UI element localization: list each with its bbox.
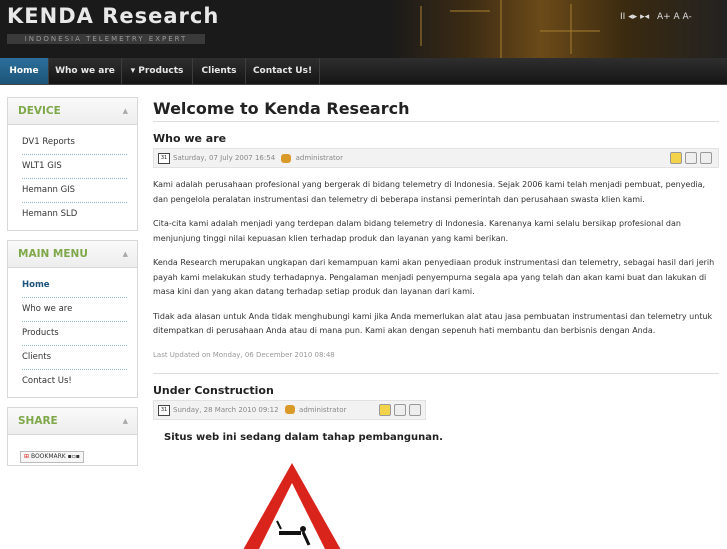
calendar-icon: 31 — [158, 404, 170, 416]
share-title: SHARE — [18, 415, 58, 427]
nav-who-we-are[interactable]: Who we are — [49, 58, 122, 84]
plus-icon: ⊞ — [24, 453, 30, 460]
print-icon[interactable] — [394, 403, 406, 416]
main-nav: Home Who we are ▾ Products Clients Conta… — [0, 58, 727, 85]
share-module: SHARE ▲ ⊞ BOOKMARK ▪▫▪ — [7, 407, 138, 466]
site-header: KENDA Research INDONESIA TELEMETRY EXPER… — [0, 0, 727, 58]
page-title: Welcome to Kenda Research — [153, 97, 719, 122]
site-tagline: INDONESIA TELEMETRY EXPERT — [7, 34, 205, 44]
main-menu-module: MAIN MENU ▲ Home Who we are Products Clie… — [7, 240, 138, 398]
print-icon[interactable] — [685, 152, 697, 164]
bookmark-label: BOOKMARK — [30, 453, 66, 460]
main-menu-title: MAIN MENU — [18, 248, 88, 260]
menu-item-home[interactable]: Home — [22, 274, 127, 298]
article-title: Who we are — [153, 132, 227, 145]
warning-sign-icon — [243, 463, 341, 549]
site-logo[interactable]: KENDA Research — [7, 4, 219, 28]
article-title: Under Construction — [153, 383, 274, 397]
article-author: administrator — [299, 405, 347, 414]
device-item-wlt1-gis[interactable]: WLT1 GIS — [22, 155, 127, 179]
edit-icon[interactable] — [379, 403, 391, 416]
device-item-dv1-reports[interactable]: DV1 Reports — [22, 131, 127, 155]
menu-item-who-we-are[interactable]: Who we are — [22, 298, 127, 322]
sidebar: DEVICE ▲ DV1 Reports WLT1 GIS Hemann GIS … — [7, 97, 138, 475]
collapse-icon[interactable]: ▲ — [123, 408, 128, 434]
article-date: Sunday, 28 March 2010 09:12 — [173, 405, 279, 414]
article-paragraph: Kami adalah perusahaan profesional yang … — [153, 180, 706, 204]
header-tools: II ◂▸ ▸◂ A+ A A- — [620, 12, 697, 22]
collapse-icon[interactable]: ▲ — [123, 98, 128, 124]
article-paragraph: Cita-cita kami adalah menjadi yang terde… — [153, 219, 681, 243]
article-author: administrator — [295, 154, 343, 162]
layout-controls[interactable]: II ◂▸ ▸◂ — [620, 12, 649, 22]
device-item-hemann-gis[interactable]: Hemann GIS — [22, 179, 127, 203]
construction-message: Situs web ini sedang dalam tahap pembang… — [164, 431, 443, 443]
article-meta: 31 Saturday, 07 July 2007 16:54 administ… — [153, 148, 719, 168]
header-banner-image — [390, 0, 727, 58]
nav-clients[interactable]: Clients — [193, 58, 246, 84]
menu-item-products[interactable]: Products — [22, 322, 127, 346]
calendar-icon: 31 — [158, 153, 170, 164]
device-module: DEVICE ▲ DV1 Reports WLT1 GIS Hemann GIS … — [7, 97, 138, 231]
device-item-hemann-sld[interactable]: Hemann SLD — [22, 203, 127, 226]
article-paragraph: Tidak ada alasan untuk Anda tidak menghu… — [153, 311, 713, 336]
last-updated: Last Updated on Monday, 06 December 2010… — [153, 351, 719, 374]
article-meta: 31 Sunday, 28 March 2010 09:12 administr… — [153, 399, 426, 420]
social-icons: ▪▫▪ — [67, 453, 80, 460]
article-paragraph: Kenda Research merupakan ungkapan dari k… — [153, 258, 715, 296]
main-content: Welcome to Kenda Research Who we are 31 … — [153, 97, 719, 549]
collapse-icon[interactable]: ▲ — [123, 241, 128, 267]
menu-item-clients[interactable]: Clients — [22, 346, 127, 370]
nav-home[interactable]: Home — [0, 58, 49, 84]
font-size-controls[interactable]: A+ A A- — [657, 12, 692, 22]
bookmark-button[interactable]: ⊞ BOOKMARK ▪▫▪ — [20, 451, 84, 463]
nav-products[interactable]: ▾ Products — [122, 58, 193, 84]
nav-contact-us[interactable]: Contact Us! — [246, 58, 320, 84]
email-icon[interactable] — [409, 403, 421, 416]
menu-item-contact-us[interactable]: Contact Us! — [22, 370, 127, 393]
email-icon[interactable] — [700, 152, 712, 164]
author-icon — [284, 405, 295, 414]
article-date: Saturday, 07 July 2007 16:54 — [173, 154, 276, 162]
author-icon — [281, 153, 292, 163]
edit-icon[interactable] — [670, 152, 682, 164]
device-module-title: DEVICE — [18, 105, 61, 117]
